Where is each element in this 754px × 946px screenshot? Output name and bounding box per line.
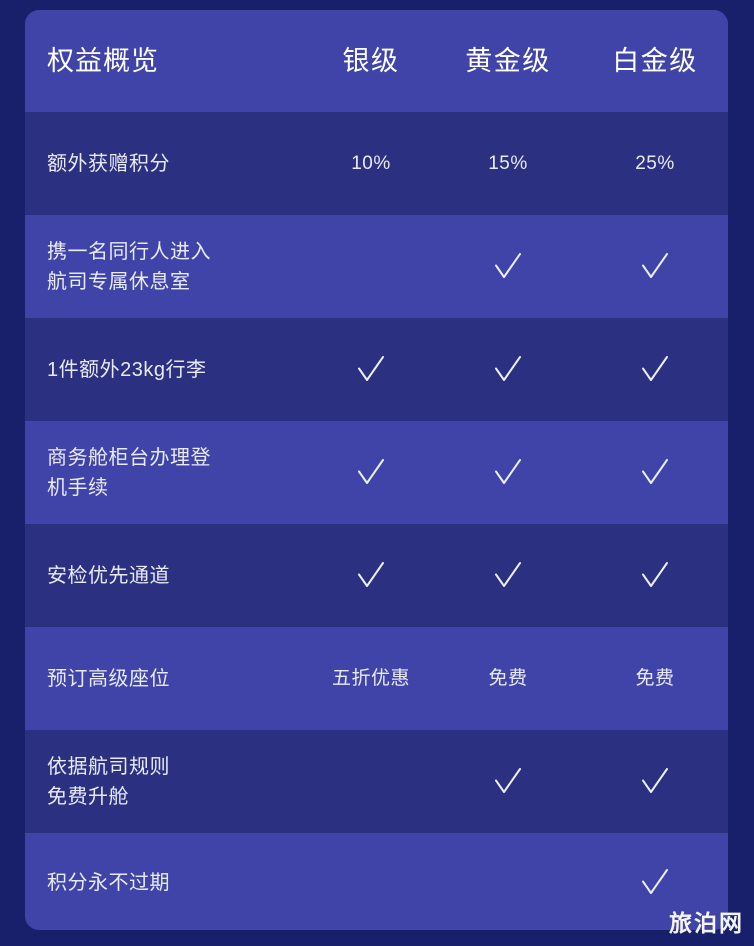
benefit-value-cell: [301, 559, 441, 593]
benefit-label-line: 预订高级座位: [47, 667, 170, 690]
benefit-value-cell: 免费: [635, 667, 675, 689]
benefits-overview-card: 权益概览 银级 黄金级 白金级 额外获赠积分 10% 15% 25% 携一名同行人进入航…: [25, 10, 728, 930]
table-header-row: 权益概览 银级 黄金级 白金级: [25, 10, 728, 112]
benefit-value-cell: 免费: [488, 667, 528, 689]
benefit-label-line: 机手续: [47, 476, 109, 499]
column-header-platinum: 白金级: [612, 46, 698, 76]
benefit-value-cell: 15%: [488, 152, 528, 174]
benefit-label: 积分永不过期: [47, 868, 319, 898]
table-row: 安检优先通道: [25, 524, 728, 627]
check-icon: [354, 456, 388, 490]
benefit-label: 商务舱柜台办理登 机手续: [47, 443, 319, 503]
check-icon: [638, 559, 672, 593]
benefit-label-line: 免费升舱: [47, 785, 129, 808]
benefit-value-cell: [585, 866, 725, 900]
table-row: 积分永不过期: [25, 833, 728, 930]
table-row: 预订高级座位 五折优惠 免费 免费: [25, 627, 728, 730]
table-title: 权益概览: [47, 46, 159, 76]
benefit-value-cell: [438, 250, 578, 284]
column-header-silver: 银级: [342, 46, 400, 76]
benefit-value-cell: [585, 456, 725, 490]
benefit-label-line: 积分永不过期: [47, 871, 170, 894]
benefit-value-cell: [301, 456, 441, 490]
benefit-value-cell: 10%: [351, 152, 391, 174]
benefit-label: 安检优先通道: [47, 561, 319, 591]
benefit-label: 预订高级座位: [47, 664, 319, 694]
benefit-value-cell: [585, 353, 725, 387]
benefit-label-line: 1件额外23kg行李: [47, 358, 207, 381]
benefit-value-cell: 五折优惠: [331, 667, 410, 689]
benefit-value-cell: 25%: [635, 152, 675, 174]
site-watermark: 旅泊网: [669, 911, 744, 937]
check-icon: [638, 353, 672, 387]
benefit-value-cell: [438, 765, 578, 799]
benefit-label: 依据航司规则 免费升舱: [47, 752, 319, 812]
benefit-label-line: 安检优先通道: [47, 564, 170, 587]
benefit-label-line: 商务舱柜台办理登: [47, 446, 211, 469]
benefit-label: 1件额外23kg行李: [47, 355, 319, 385]
check-icon: [638, 456, 672, 490]
table-row: 依据航司规则 免费升舱: [25, 730, 728, 833]
benefit-label: 额外获赠积分: [47, 149, 319, 179]
benefit-value-cell: [301, 353, 441, 387]
check-icon: [491, 353, 525, 387]
benefit-value-cell: [438, 353, 578, 387]
table-row: 额外获赠积分 10% 15% 25%: [25, 112, 728, 215]
check-icon: [354, 353, 388, 387]
benefit-label: 携一名同行人进入 航司专属休息室: [47, 237, 319, 297]
table-row: 商务舱柜台办理登 机手续: [25, 421, 728, 524]
benefits-rows: 额外获赠积分 10% 15% 25% 携一名同行人进入 航司专属休息室 1件额外23kg行李…: [25, 112, 728, 930]
check-icon: [491, 765, 525, 799]
benefit-label-line: 依据航司规则: [47, 755, 170, 778]
check-icon: [491, 559, 525, 593]
check-icon: [638, 765, 672, 799]
check-icon: [638, 866, 672, 900]
benefit-value-cell: [438, 456, 578, 490]
check-icon: [638, 250, 672, 284]
check-icon: [354, 559, 388, 593]
benefit-value-cell: [585, 559, 725, 593]
column-header-gold: 黄金级: [465, 46, 551, 76]
benefit-value-cell: [585, 250, 725, 284]
benefit-label-line: 携一名同行人进入: [47, 240, 211, 263]
benefit-value-cell: [438, 559, 578, 593]
check-icon: [491, 250, 525, 284]
table-row: 1件额外23kg行李: [25, 318, 728, 421]
benefit-label-line: 额外获赠积分: [47, 152, 170, 175]
benefit-label-line: 航司专属休息室: [47, 270, 191, 293]
table-row: 携一名同行人进入 航司专属休息室: [25, 215, 728, 318]
check-icon: [491, 456, 525, 490]
benefit-value-cell: [585, 765, 725, 799]
